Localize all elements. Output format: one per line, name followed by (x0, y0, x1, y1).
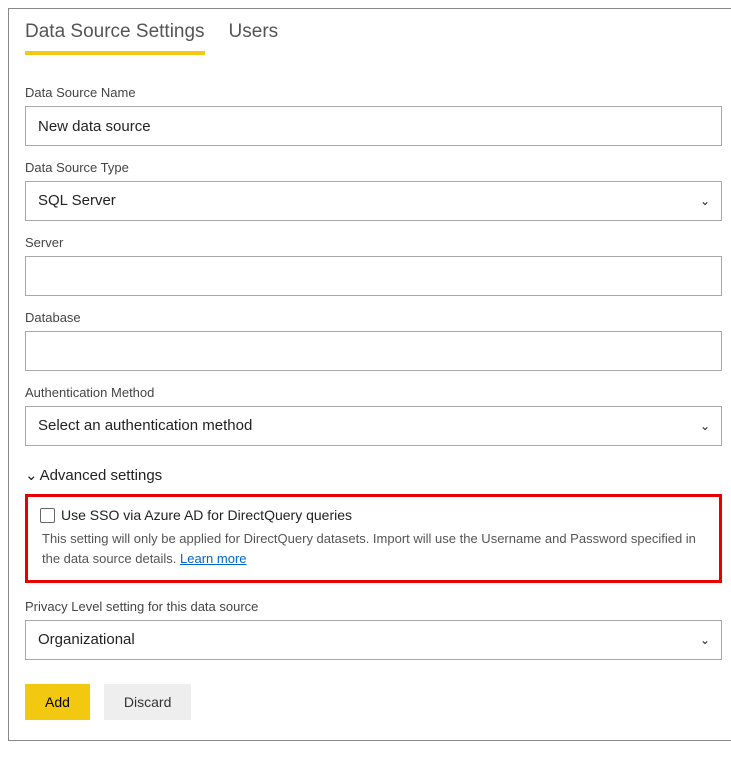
sso-checkbox-label: Use SSO via Azure AD for DirectQuery que… (61, 507, 352, 523)
button-row: Add Discard (25, 684, 722, 720)
tab-data-source-settings[interactable]: Data Source Settings (25, 21, 205, 55)
data-source-name-label: Data Source Name (25, 85, 722, 100)
add-button[interactable]: Add (25, 684, 90, 720)
data-source-type-select[interactable]: SQL Server (25, 181, 722, 221)
advanced-settings-toggle[interactable]: ⌄ Advanced settings (25, 466, 722, 484)
database-input[interactable] (25, 331, 722, 371)
sso-checkbox[interactable] (40, 508, 55, 523)
privacy-level-select[interactable]: Organizational (25, 620, 722, 660)
learn-more-link[interactable]: Learn more (180, 551, 246, 566)
tab-bar: Data Source Settings Users (9, 9, 731, 55)
server-input[interactable] (25, 256, 722, 296)
data-source-settings-panel: Data Source Settings Users Data Source N… (8, 8, 731, 741)
data-source-name-input[interactable] (25, 106, 722, 146)
sso-help-text: This setting will only be applied for Di… (40, 529, 707, 568)
sso-checkbox-row: Use SSO via Azure AD for DirectQuery que… (40, 507, 707, 523)
authentication-method-label: Authentication Method (25, 385, 722, 400)
discard-button[interactable]: Discard (104, 684, 191, 720)
advanced-settings-label: Advanced settings (40, 467, 163, 484)
sso-highlight-box: Use SSO via Azure AD for DirectQuery que… (25, 494, 722, 583)
form-area: Data Source Name Data Source Type SQL Se… (9, 55, 731, 740)
authentication-method-select[interactable]: Select an authentication method (25, 406, 722, 446)
server-label: Server (25, 235, 722, 250)
privacy-level-label: Privacy Level setting for this data sour… (25, 599, 722, 614)
chevron-down-icon: ⌄ (25, 466, 38, 484)
database-label: Database (25, 310, 722, 325)
tab-users[interactable]: Users (229, 21, 279, 55)
data-source-type-label: Data Source Type (25, 160, 722, 175)
